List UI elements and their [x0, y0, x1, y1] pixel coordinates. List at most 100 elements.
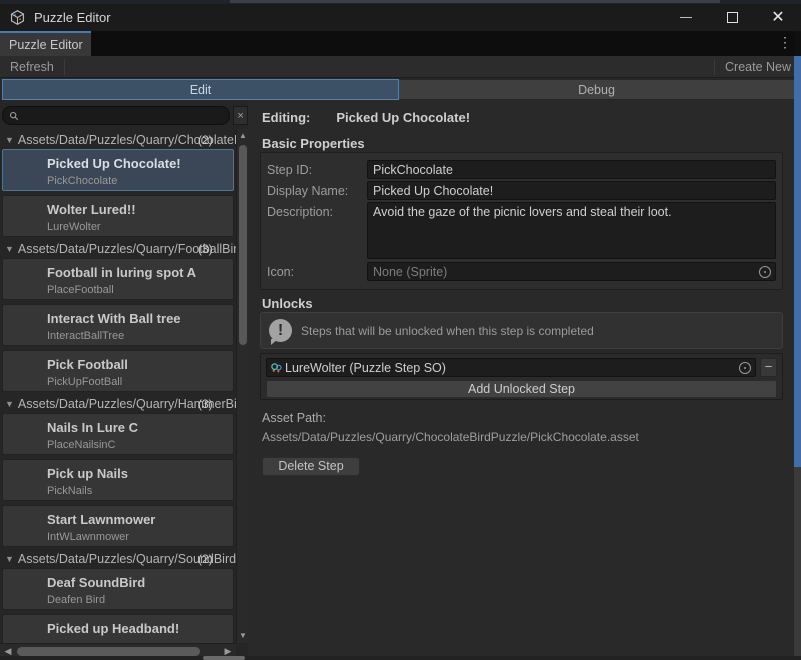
close-icon: ✕	[771, 10, 784, 26]
toolbar-separator	[64, 59, 65, 75]
step-id: Deafen Bird	[47, 594, 233, 606]
section-count-badge: (2)	[198, 552, 213, 566]
description-field[interactable]: Avoid the gaze of the picnic lovers and …	[367, 202, 776, 259]
step-id: InteractBallTree	[47, 330, 233, 342]
unlocks-title: Unlocks	[262, 296, 313, 311]
section-header[interactable]: ▼Assets/Data/Puzzles/Quarry/HammerBi(3)	[0, 396, 236, 412]
step-title: Pick Football	[47, 357, 233, 372]
puzzle-step-item[interactable]: Pick up NailsPickNails	[2, 459, 234, 501]
add-unlocked-step-button[interactable]: Add Unlocked Step	[266, 380, 777, 398]
foldout-icon[interactable]: ▼	[5, 135, 14, 145]
kebab-menu-icon[interactable]: ⋮	[778, 34, 792, 51]
scroll-up-icon[interactable]: ▲	[237, 130, 248, 142]
icon-object-field[interactable]: None (Sprite)	[367, 262, 776, 281]
section-header[interactable]: ▼Assets/Data/Puzzles/Quarry/SoundBird(2)	[0, 551, 236, 567]
title-bar: Puzzle Editor ✕	[0, 4, 801, 31]
scroll-down-icon[interactable]: ▼	[237, 630, 248, 642]
step-title: Pick up Nails	[47, 466, 233, 481]
unlock-object-field[interactable]: LureWolter (Puzzle Step SO)	[266, 358, 756, 377]
asset-path-value: Assets/Data/Puzzles/Quarry/ChocolateBird…	[262, 430, 639, 444]
section-count-badge: (3)	[198, 242, 213, 256]
puzzle-step-item[interactable]: Deaf SoundBirdDeafen Bird	[2, 568, 234, 610]
basic-properties-box: Step ID: PickChocolate Display Name: Pic…	[260, 152, 783, 290]
object-picker-icon[interactable]	[739, 362, 751, 374]
step-id: PickUpFootBall	[47, 376, 233, 388]
foldout-icon[interactable]: ▼	[5, 399, 14, 409]
refresh-button[interactable]: Refresh	[0, 56, 64, 77]
unlock-entry-row: LureWolter (Puzzle Step SO) −	[266, 358, 777, 377]
step-title: Interact With Ball tree	[47, 311, 233, 326]
icon-label: Icon:	[267, 262, 367, 281]
step-title: Nails In Lure C	[47, 420, 233, 435]
editor-tab-bar: Puzzle Editor ⋮	[0, 31, 801, 56]
asset-path-label: Asset Path:	[262, 411, 326, 425]
window-right-edge	[794, 31, 801, 56]
step-id: IntWLawnmower	[47, 531, 233, 543]
minimize-button[interactable]	[663, 4, 709, 31]
delete-step-button[interactable]: Delete Step	[262, 457, 360, 476]
basic-properties-title: Basic Properties	[262, 136, 365, 151]
mode-tabs: Edit Debug	[2, 79, 795, 100]
unlock-entry-label: LureWolter (Puzzle Step SO)	[285, 361, 446, 375]
editor-panel: Editing:Picked Up Chocolate! Basic Prope…	[248, 100, 794, 660]
sidebar-vertical-scrollbar[interactable]: ▲ ▼	[236, 129, 248, 643]
sidebar: × ▼Assets/Data/Puzzles/Quarry/ChocolateB…	[0, 100, 248, 660]
puzzle-step-item[interactable]: Interact With Ball tree InteractBallTree	[2, 304, 234, 346]
minimize-icon	[680, 17, 692, 18]
unlock-entries: LureWolter (Puzzle Step SO) −	[266, 358, 777, 377]
maximize-button[interactable]	[709, 4, 755, 31]
maximize-icon	[727, 12, 738, 23]
window-title: Puzzle Editor	[34, 10, 111, 25]
search-input[interactable]	[2, 106, 230, 125]
tab-debug[interactable]: Debug	[399, 79, 795, 100]
step-id: PlaceNailsinC	[47, 439, 233, 451]
window-top-edge-highlight	[230, 0, 720, 3]
puzzle-step-item[interactable]: Start Lawnmower IntWLawnmower	[2, 505, 234, 547]
step-title: Football in luring spot A	[47, 265, 233, 280]
puzzle-step-item[interactable]: Pick Football PickUpFootBall	[2, 350, 234, 392]
description-label: Description:	[267, 202, 367, 259]
sidebar-list: ▼Assets/Data/Puzzles/Quarry/ChocolateB(2…	[0, 129, 236, 643]
search-clear-button[interactable]: ×	[233, 106, 248, 125]
puzzle-step-item[interactable]: Picked up Headband!	[2, 614, 234, 643]
puzzle-step-item[interactable]: Picked Up Chocolate!PickChocolate	[2, 149, 234, 191]
create-new-button[interactable]: Create New	[715, 56, 801, 77]
icon-field-value: None (Sprite)	[373, 265, 447, 279]
window-right-edge-blue	[794, 56, 801, 467]
tab-edit[interactable]: Edit	[2, 79, 399, 100]
foldout-icon[interactable]: ▼	[5, 554, 14, 564]
section-count-badge: (3)	[198, 397, 213, 411]
step-title: Start Lawnmower	[47, 512, 233, 527]
object-picker-icon[interactable]	[759, 266, 771, 278]
editing-value: Picked Up Chocolate!	[336, 110, 470, 125]
window-bottom-strip	[0, 656, 801, 660]
puzzle-step-item[interactable]: Nails In Lure C PlaceNailsinC	[2, 413, 234, 455]
display-name-field[interactable]: Picked Up Chocolate!	[367, 181, 776, 200]
unlocks-helpbox: ! Steps that will be unlocked when this …	[260, 312, 783, 349]
section-header[interactable]: ▼Assets/Data/Puzzles/Quarry/ChocolateB(2…	[0, 132, 236, 148]
app-icon	[9, 9, 26, 26]
scriptable-object-icon	[270, 362, 283, 375]
step-title: Wolter Lured!!	[47, 202, 233, 217]
unlocks-list: LureWolter (Puzzle Step SO) − Add Unlocke…	[260, 353, 783, 400]
window-right-edge-grey	[794, 467, 801, 660]
step-id: LureWolter	[47, 221, 233, 233]
close-button[interactable]: ✕	[755, 4, 801, 31]
step-id: PlaceFootball	[47, 284, 233, 296]
scrollbar-thumb[interactable]	[239, 145, 247, 345]
step-title: Picked up Headband!	[47, 621, 233, 636]
toolbar: Refresh Create New	[0, 56, 801, 78]
section-header[interactable]: ▼Assets/Data/Puzzles/Quarry/FootballBir(…	[0, 241, 236, 257]
puzzle-step-item[interactable]: Wolter Lured!! LureWolter	[2, 195, 234, 237]
display-name-label: Display Name:	[267, 181, 367, 200]
tab-puzzle-editor[interactable]: Puzzle Editor	[0, 31, 91, 56]
step-id-label: Step ID:	[267, 160, 367, 179]
step-id-field[interactable]: PickChocolate	[367, 160, 776, 179]
step-id: PickChocolate	[47, 175, 233, 187]
unlocks-help-text: Steps that will be unlocked when this st…	[301, 324, 594, 338]
foldout-icon[interactable]: ▼	[5, 244, 14, 254]
puzzle-step-item[interactable]: Football in luring spot A PlaceFootball	[2, 258, 234, 300]
remove-unlock-button[interactable]: −	[760, 358, 777, 377]
bottom-scrollbar-thumb[interactable]	[203, 656, 245, 660]
scrollbar-thumb[interactable]	[17, 647, 200, 656]
